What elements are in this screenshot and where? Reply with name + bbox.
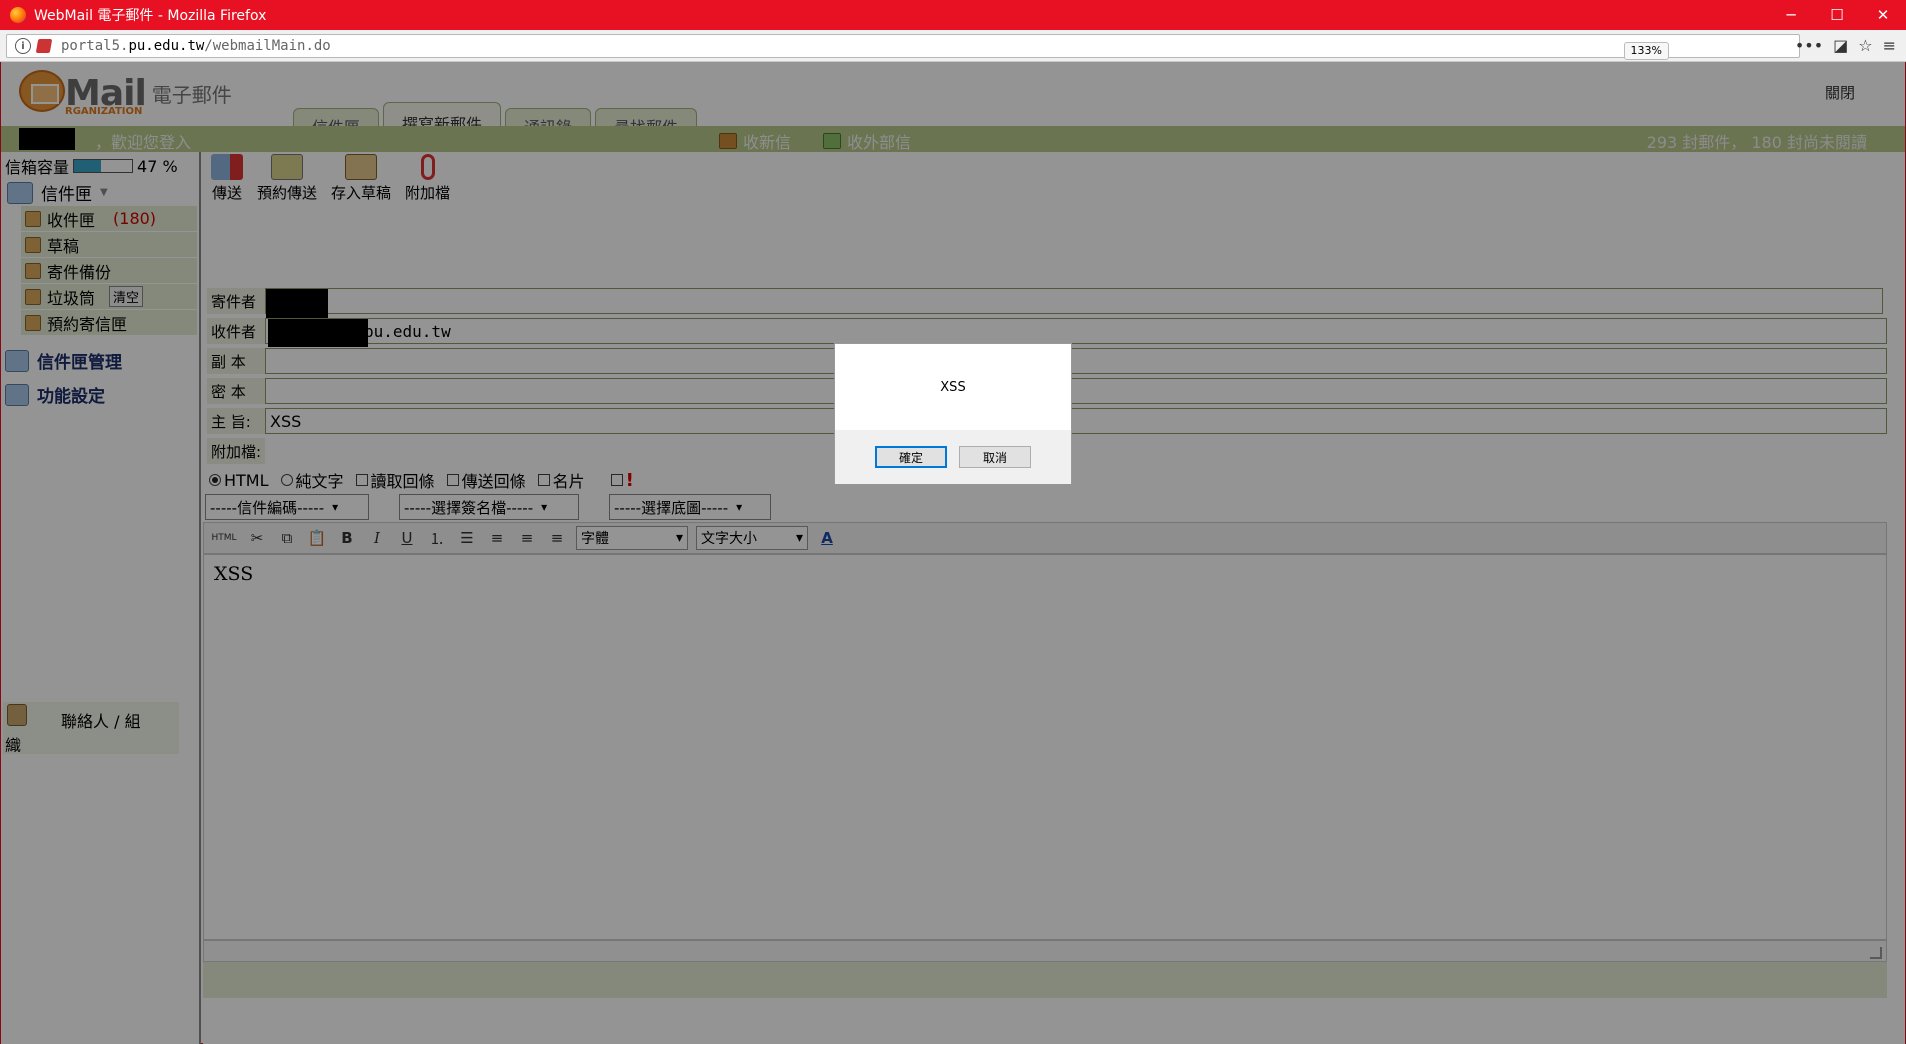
minimize-icon[interactable]: ─ [1768, 0, 1814, 30]
alert-message: XSS [940, 379, 966, 395]
window-titlebar: WebMail 電子郵件 - Mozilla Firefox ─ ☐ ✕ [0, 0, 1906, 30]
alert-dialog: XSS 確定 取消 [834, 343, 1072, 484]
browser-tools: ••• ◪ ☆ ≡ [1795, 36, 1896, 55]
more-icon[interactable]: ••• [1795, 36, 1823, 55]
browser-toolbar: i portal5.pu.edu.tw/webmailMain.do 133% … [0, 30, 1906, 62]
menu-icon[interactable]: ≡ [1883, 36, 1896, 55]
alert-buttons: 確定 取消 [835, 430, 1071, 484]
window-title: WebMail 電子郵件 - Mozilla Firefox [34, 8, 267, 24]
close-icon[interactable]: ✕ [1860, 0, 1906, 30]
url-text[interactable]: portal5.pu.edu.tw/webmailMain.do [61, 38, 331, 54]
maximize-icon[interactable]: ☐ [1814, 0, 1860, 30]
cancel-button[interactable]: 取消 [959, 446, 1031, 468]
window-controls: ─ ☐ ✕ [1768, 0, 1906, 30]
pocket-icon[interactable]: ◪ [1833, 36, 1848, 55]
ok-button[interactable]: 確定 [875, 446, 947, 468]
insecure-lock-icon[interactable] [35, 39, 53, 53]
address-bar[interactable]: i portal5.pu.edu.tw/webmailMain.do 133% [6, 34, 1800, 60]
info-icon[interactable]: i [15, 38, 31, 54]
firefox-icon [10, 7, 26, 23]
bookmark-star-icon[interactable]: ☆ [1858, 36, 1872, 55]
zoom-level[interactable]: 133% [1623, 42, 1669, 60]
modal-overlay [0, 62, 1906, 1044]
